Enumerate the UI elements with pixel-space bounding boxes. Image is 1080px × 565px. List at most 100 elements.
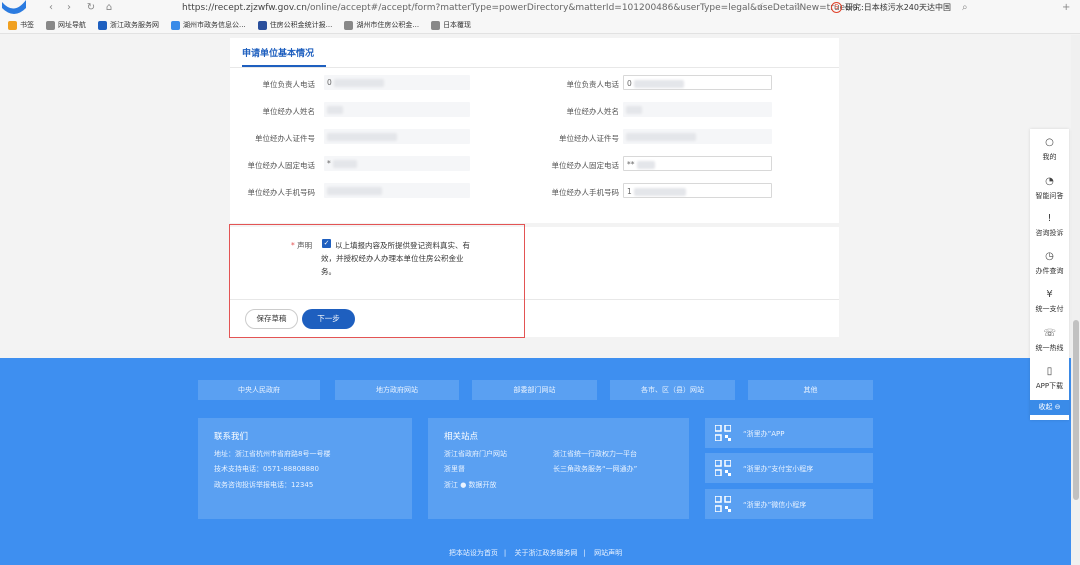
side-item-complaint[interactable]: ! 咨询投诉 [1030,213,1069,238]
highlight-annotation-box [229,224,525,338]
mobile-input[interactable]: 1 [623,183,772,198]
browser-logo-icon [2,0,26,14]
related-link[interactable]: 浙江 ● 数据开放 [444,480,497,490]
headset-icon: ◔ [1045,176,1054,187]
redacted-value [626,133,696,141]
footer-link-cities[interactable]: 各市、区（县）网站 [610,380,735,400]
bookmark-item[interactable]: 湖州市住房公积金... [344,20,419,30]
related-link[interactable]: 浙江省政府门户网站 [444,449,507,459]
footer-link-local-gov[interactable]: 地方政府网站 [335,380,459,400]
related-link[interactable]: 浙里督 [444,464,465,474]
readonly-field: 0 [324,75,470,90]
side-item-hotline[interactable]: ☏ 统一热线 [1030,328,1069,353]
side-service-panel: ○ 我的 ◔ 智能问答 ! 咨询投诉 ◷ 办件查询 ¥ 统一支付 ☏ 统一热线 ▯ APP下载 [1030,129,1069,420]
url-host: https://recept.zjzwfw.gov.cn [182,3,307,13]
field-label: 单位经办人姓名 [262,107,316,116]
alipay-mini-link[interactable]: “浙里办”支付宝小程序 [705,453,873,483]
globe-icon [46,20,55,30]
landline-input[interactable]: ** [623,156,772,171]
refresh-icon[interactable]: ↻ [84,1,98,15]
app-link-label: “浙里办”APP [743,430,785,438]
yen-icon: ¥ [1046,289,1053,300]
related-sites-panel: 相关站点 浙江省政府门户网站 浙里督 浙江 ● 数据开放 浙江省统一行政权力一平… [428,418,689,519]
readonly-field [324,102,470,117]
readonly-field [324,129,470,144]
phone-input[interactable]: 0 [623,75,772,90]
related-link[interactable]: 浙江省统一行政权力一平台 [553,449,637,459]
related-link[interactable]: 长三角政务服务“一网通办” [553,464,637,474]
plus-icon[interactable]: + [1062,2,1070,13]
scrollbar-thumb[interactable] [1073,320,1079,500]
field-label: 单位经办人固定电话 [551,161,620,170]
redacted-value [332,160,357,168]
search-engine-icon: S [831,2,842,13]
site-icon [98,20,107,30]
star-icon [8,20,17,30]
globe-icon [431,20,441,30]
site-icon [257,20,267,30]
redacted-value [626,106,642,114]
wechat-mini-link[interactable]: “浙里办”微信小程序 [705,489,873,519]
footer-bottom-links: 把本站设为首页 | 关于浙江政务服务网 | 网站声明 [448,549,623,557]
set-homepage-link[interactable]: 把本站设为首页 [449,549,498,557]
readonly-field [324,183,470,198]
alipay-mini-label: “浙里办”支付宝小程序 [743,465,814,473]
redacted-value [633,80,684,88]
qr-code-icon [715,496,731,512]
side-collapse-button[interactable]: 收起 ⊖ [1030,400,1069,415]
bookmark-item[interactable]: 书签 [8,20,34,30]
side-item-app-download[interactable]: ▯ APP下载 [1030,366,1069,391]
redacted-value [333,79,384,87]
contact-title: 联系我们 [214,432,249,442]
bookmarks-bar: 书签 网址导航 浙江政务服务网 湖州市政务信息公... 住房公积金统计报... … [0,17,1080,34]
bookmark-item[interactable]: 住房公积金统计报... [257,20,332,30]
home-icon[interactable]: ⌂ [102,1,116,15]
lightning-icon[interactable]: ⚡ [757,2,764,13]
field-label: 单位经办人证件号 [559,134,619,143]
field-label: 单位经办人手机号码 [551,188,620,197]
shield-icon: ! [1047,213,1052,224]
side-item-smart-qa[interactable]: ◔ 智能问答 [1030,176,1069,201]
phone-icon: ☏ [1043,328,1057,339]
redacted-value [636,161,655,169]
search-suggestion[interactable]: S 研究:日本核污水240天达中国 [831,2,951,13]
search-suggestion-text: 研究:日本核污水240天达中国 [845,3,951,12]
wechat-mini-label: “浙里办”微信小程序 [743,501,807,509]
search-icon[interactable]: ⌕ [962,2,968,13]
forward-icon[interactable]: › [62,1,76,15]
site-icon [171,20,180,30]
side-item-payment[interactable]: ¥ 统一支付 [1030,289,1069,314]
app-link[interactable]: “浙里办”APP [705,418,873,448]
redacted-value [327,133,397,141]
bookmark-item[interactable]: 浙江政务服务网 [98,20,159,30]
readonly-field [623,102,772,117]
site-statement-link[interactable]: 网站声明 [594,549,622,557]
star-icon[interactable]: ☆ [793,2,802,13]
bookmark-item[interactable]: 网址导航 [46,20,86,30]
redacted-value [633,188,686,196]
redacted-value [327,187,382,195]
qr-code-icon [715,460,731,476]
user-icon: ○ [1045,137,1054,148]
side-item-case-query[interactable]: ◷ 办件查询 [1030,251,1069,276]
section-title[interactable]: 申请单位基本情况 [242,46,314,59]
field-label: 单位经办人姓名 [566,107,620,116]
globe-icon [344,20,354,30]
field-label: 单位负责人电话 [262,80,316,89]
contact-line: 地址：浙江省杭州市省府路8号一号楼 [214,450,331,458]
bookmark-item[interactable]: 日本覆现 [431,20,471,30]
footer-link-ministries[interactable]: 部委部门网站 [472,380,597,400]
footer-link-other[interactable]: 其他 [748,380,873,400]
contact-panel: 联系我们 地址：浙江省杭州市省府路8号一号楼 技术支持电话：0571-88808… [198,418,412,519]
redacted-value [327,106,343,114]
applicant-info-card: 申请单位基本情况 单位负责人电话 0 单位经办人姓名 单位经办人证件号 单位经办… [230,38,839,223]
footer-link-central-gov[interactable]: 中央人民政府 [198,380,320,400]
browser-toolbar: ‹ › ↻ ⌂ https://recept.zjzwfw.gov.cn/onl… [0,0,1080,17]
back-icon[interactable]: ‹ [44,1,58,15]
field-label: 单位经办人固定电话 [247,161,316,170]
bookmark-item[interactable]: 湖州市政务信息公... [171,20,246,30]
field-label: 单位经办人证件号 [255,134,315,143]
clock-icon: ◷ [1045,251,1054,262]
side-item-mine[interactable]: ○ 我的 [1030,137,1069,162]
about-link[interactable]: 关于浙江政务服务网 [515,549,578,557]
